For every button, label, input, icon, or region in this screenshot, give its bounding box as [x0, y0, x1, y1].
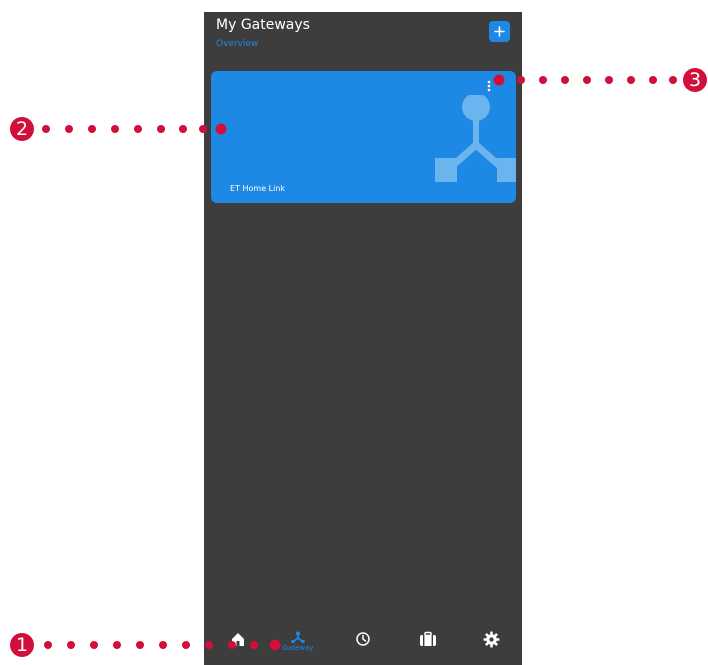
callout-3: 3: [683, 68, 707, 92]
callout-2: 2: [10, 117, 34, 141]
callout-dots: [42, 74, 677, 651]
screenshot-canvas: My Gateways Overview ET Home Link Gatewa…: [0, 0, 708, 665]
callout-1: 1: [10, 633, 34, 657]
